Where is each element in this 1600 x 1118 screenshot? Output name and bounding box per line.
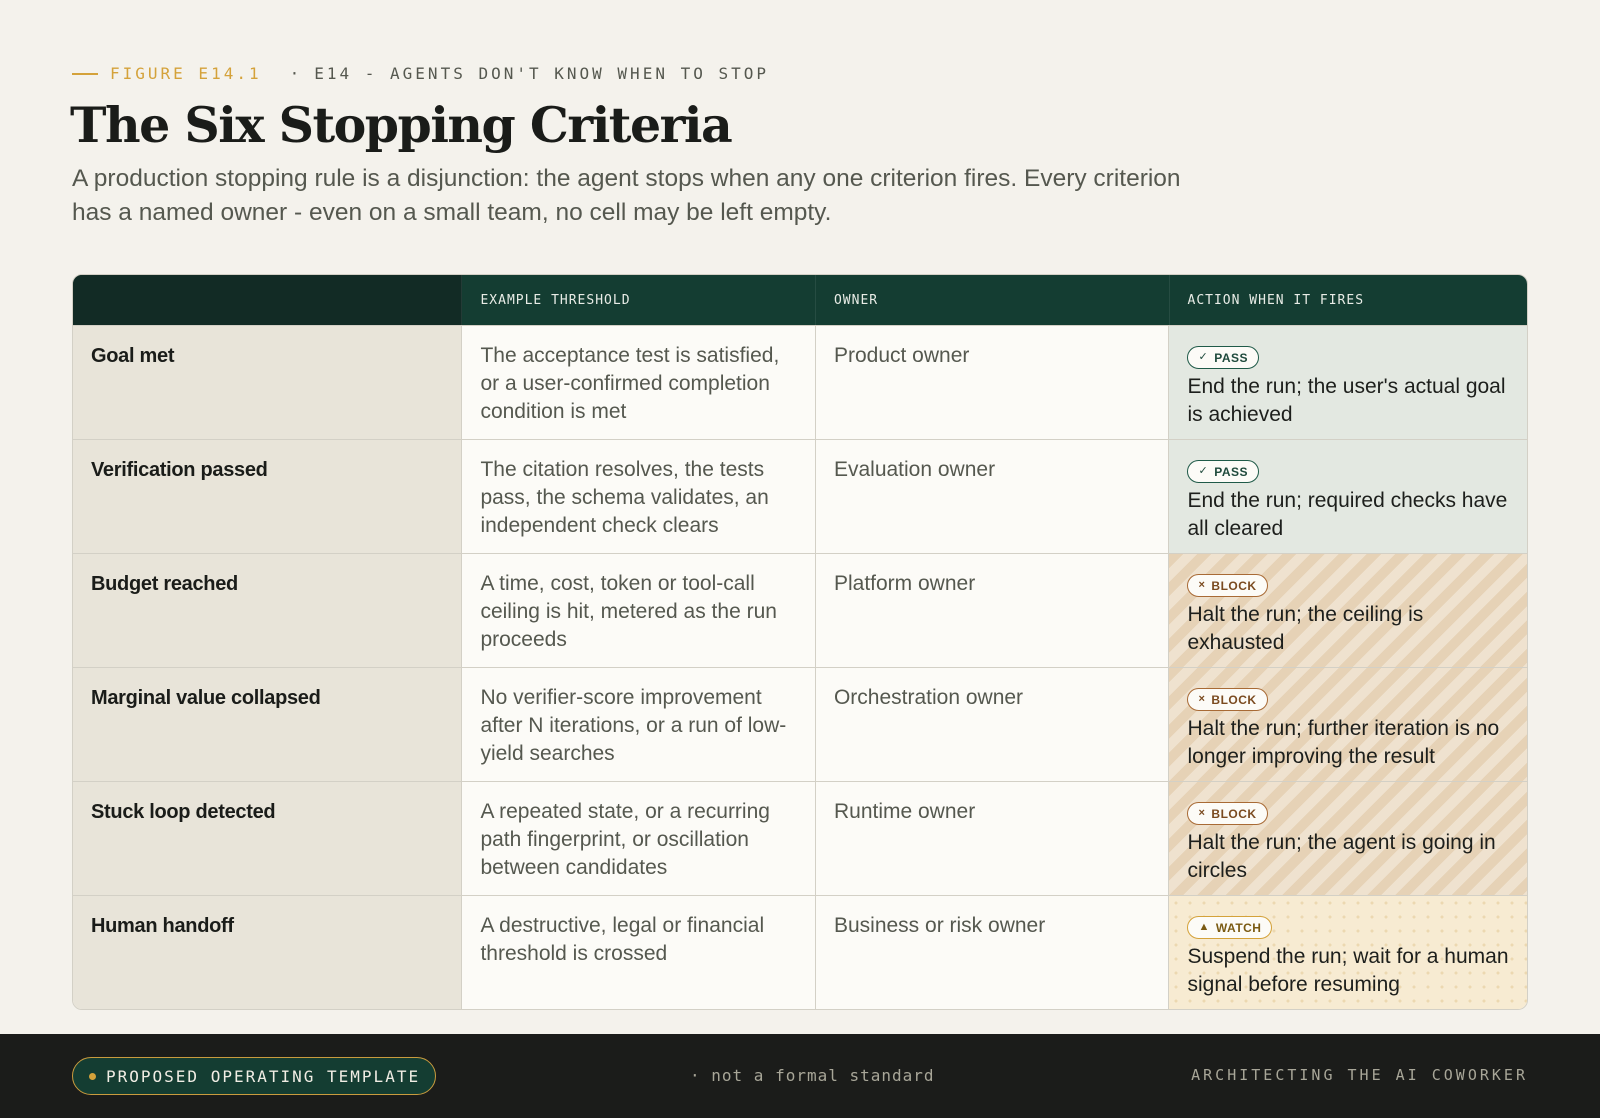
eyebrow-separator: · [289, 64, 303, 83]
threshold-cell: The citation resolves, the tests pass, t… [462, 440, 816, 553]
table-row: Human handoff A destructive, legal or fi… [73, 895, 1527, 1009]
owner-cell: Evaluation owner [815, 440, 1170, 553]
action-text: Halt the run; further iteration is no lo… [1187, 717, 1500, 768]
status-dot-icon [89, 1072, 96, 1080]
template-pill: PROPOSED OPERATING TEMPLATE [72, 1057, 436, 1095]
criterion-cell: Verification passed [73, 440, 463, 553]
table-row: Marginal value collapsed No verifier-sco… [73, 667, 1527, 781]
footer-bar: PROPOSED OPERATING TEMPLATE · not a form… [0, 1034, 1600, 1118]
action-text: Halt the run; the agent is going in circ… [1187, 831, 1496, 882]
pass-badge: ✓ PASS [1187, 460, 1259, 483]
watch-badge: ▲ WATCH [1187, 916, 1273, 939]
block-badge: × BLOCK [1187, 574, 1268, 597]
criterion-cell: Stuck loop detected [73, 782, 463, 895]
criterion-cell: Marginal value collapsed [73, 668, 463, 781]
owner-cell: Business or risk owner [815, 896, 1170, 1009]
column-header-owner: OWNER [816, 275, 1170, 325]
episode-label: E14 - AGENTS DON'T KNOW WHEN TO STOP [314, 64, 770, 83]
footer-brand: ARCHITECTING THE AI COWORKER [1191, 1066, 1528, 1084]
figure-eyebrow: FIGURE E14.1 · E14 - AGENTS DON'T KNOW W… [72, 64, 769, 83]
action-text: End the run; required checks have all cl… [1187, 489, 1508, 540]
action-cell: ✓ PASS End the run; the user's actual goa… [1169, 326, 1527, 439]
table-row: Goal met The acceptance test is satisfie… [73, 325, 1527, 439]
pass-badge: ✓ PASS [1187, 346, 1259, 369]
figure-label: FIGURE E14.1 [110, 64, 262, 83]
action-cell: × BLOCK Halt the run; the agent is going … [1169, 782, 1527, 895]
footer-note: · not a formal standard [690, 1066, 935, 1085]
page-subtitle: A production stopping rule is a disjunct… [72, 165, 1181, 226]
accent-dash [72, 72, 98, 75]
block-badge: × BLOCK [1187, 688, 1268, 711]
block-badge: × BLOCK [1187, 802, 1268, 825]
action-text: Suspend the run; wait for a human signal… [1187, 945, 1509, 996]
stopping-criteria-table: EXAMPLE THRESHOLD OWNER ACTION WHEN IT F… [72, 274, 1528, 1010]
action-cell: ✓ PASS End the run; required checks have … [1169, 440, 1527, 553]
action-cell: × BLOCK Halt the run; the ceiling is exha… [1169, 554, 1527, 667]
criterion-cell: Human handoff [73, 896, 463, 1009]
warning-icon: ▲ [1198, 921, 1210, 933]
column-header-threshold: EXAMPLE THRESHOLD [462, 275, 816, 325]
action-cell: ▲ WATCH Suspend the run; wait for a human… [1169, 896, 1527, 1009]
page-title: The Six Stopping Criteria [70, 96, 733, 154]
threshold-cell: No verifier-score improvement after N it… [462, 668, 816, 781]
check-icon: ✓ [1198, 465, 1209, 477]
cross-icon: × [1198, 807, 1206, 819]
check-icon: ✓ [1198, 351, 1209, 363]
pill-label: PROPOSED OPERATING TEMPLATE [106, 1066, 421, 1086]
column-header-criterion [73, 275, 463, 325]
table-header: EXAMPLE THRESHOLD OWNER ACTION WHEN IT F… [73, 275, 1527, 325]
owner-cell: Platform owner [815, 554, 1170, 667]
threshold-cell: A destructive, legal or financial thresh… [462, 896, 816, 1009]
action-text: End the run; the user's actual goal is a… [1187, 375, 1506, 426]
cross-icon: × [1198, 693, 1206, 705]
threshold-cell: A repeated state, or a recurring path fi… [462, 782, 816, 895]
column-header-action: ACTION WHEN IT FIRES [1187, 292, 1365, 308]
table-row: Budget reached A time, cost, token or to… [73, 553, 1527, 667]
owner-cell: Runtime owner [815, 782, 1170, 895]
criterion-cell: Goal met [73, 326, 463, 439]
threshold-cell: The acceptance test is satisfied, or a u… [462, 326, 816, 439]
owner-cell: Orchestration owner [815, 668, 1170, 781]
owner-cell: Product owner [815, 326, 1170, 439]
action-cell: × BLOCK Halt the run; further iteration i… [1169, 668, 1527, 781]
criterion-cell: Budget reached [73, 554, 463, 667]
threshold-cell: A time, cost, token or tool-call ceiling… [462, 554, 816, 667]
cross-icon: × [1198, 579, 1206, 591]
table-row: Stuck loop detected A repeated state, or… [73, 781, 1527, 895]
table-row: Verification passed The citation resolve… [73, 439, 1527, 553]
action-text: Halt the run; the ceiling is exhausted [1187, 603, 1424, 654]
